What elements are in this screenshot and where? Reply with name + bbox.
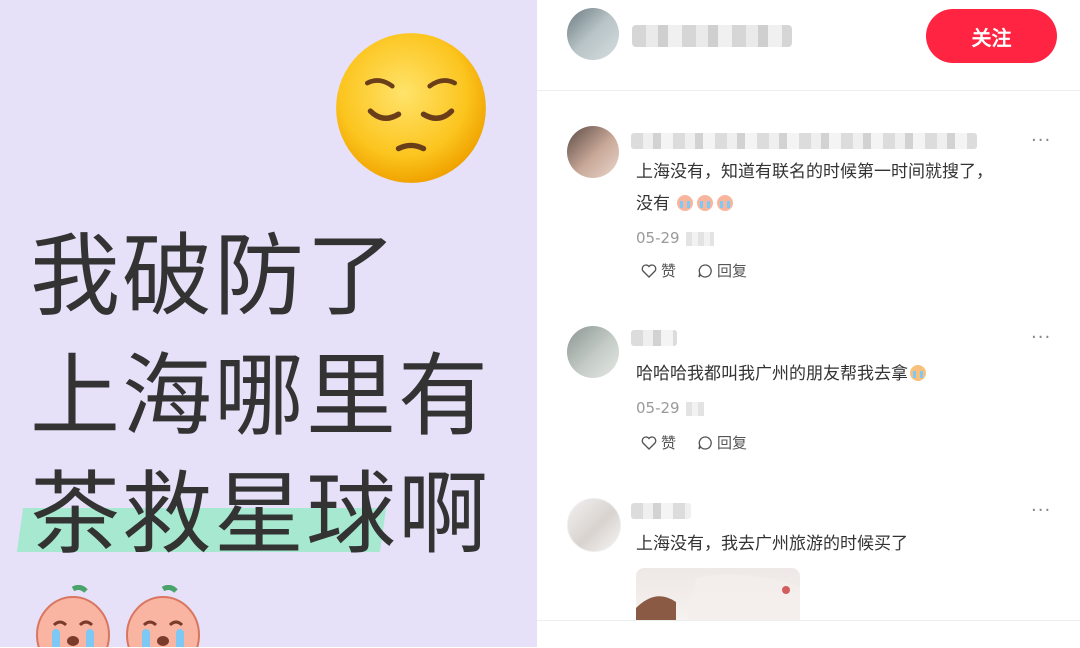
comment-avatar[interactable]	[567, 126, 619, 178]
comment-bubble-icon	[698, 435, 712, 450]
like-button[interactable]: 赞	[640, 260, 676, 281]
comment-text-line: 哈哈哈我都叫我广州的朋友帮我去拿	[636, 364, 908, 384]
comment-avatar[interactable]	[567, 498, 621, 552]
heart-icon	[641, 435, 657, 450]
reply-label: 回复	[717, 262, 748, 280]
comment-author-name[interactable]	[631, 133, 977, 149]
comment-actions: 赞 回复	[640, 432, 747, 453]
comment-date: 05-29	[636, 399, 704, 417]
bottom-bar	[537, 620, 1080, 648]
post-image: 我破防了 上海哪里有 茶救星球啊	[0, 0, 537, 647]
crying-emoji-sticker	[670, 194, 735, 214]
follow-button[interactable]: 关注	[926, 9, 1057, 63]
comment-text: 哈哈哈我都叫我广州的朋友帮我去拿	[636, 358, 1046, 390]
like-label: 赞	[661, 262, 677, 280]
like-button[interactable]: 赞	[640, 432, 676, 453]
comment-avatar[interactable]	[567, 326, 619, 378]
image-text-line-3: 茶救星球啊	[30, 462, 490, 567]
comment-image[interactable]	[636, 568, 800, 628]
comment-author-name[interactable]	[631, 503, 691, 519]
comment-actions: 赞 回复	[640, 260, 747, 281]
heart-icon	[641, 263, 657, 278]
author-avatar[interactable]	[567, 8, 619, 60]
comment-bubble-icon	[698, 263, 712, 278]
pensive-face-emoji	[336, 33, 486, 183]
more-icon[interactable]: ···	[1031, 327, 1051, 348]
reply-label: 回复	[717, 434, 748, 452]
image-text-line-1: 我破防了	[30, 224, 398, 329]
comment-text: 上海没有，我去广州旅游的时候买了	[636, 528, 1046, 560]
header-divider	[537, 90, 1080, 91]
author-name[interactable]	[632, 25, 792, 47]
comment-text-line: 上海没有，我去广州旅游的时候买了	[636, 534, 908, 554]
like-label: 赞	[661, 434, 677, 452]
comment-text-line: 没有	[636, 194, 670, 214]
crying-emoji-sticker	[910, 365, 926, 381]
reply-button[interactable]: 回复	[696, 260, 747, 281]
more-icon[interactable]: ···	[1031, 500, 1051, 521]
comment-text-line: 上海没有，知道有联名的时候第一时间就搜了，	[636, 162, 993, 182]
reply-button[interactable]: 回复	[696, 432, 747, 453]
image-text-line-2: 上海哪里有	[30, 344, 490, 449]
more-icon[interactable]: ···	[1031, 130, 1051, 151]
comment-author-name[interactable]	[631, 330, 677, 346]
comment-text: 上海没有，知道有联名的时候第一时间就搜了， 没有	[636, 156, 1046, 220]
crying-peach-emoji	[36, 585, 110, 647]
crying-peach-emoji	[126, 585, 200, 647]
comment-date: 05-29	[636, 229, 714, 247]
